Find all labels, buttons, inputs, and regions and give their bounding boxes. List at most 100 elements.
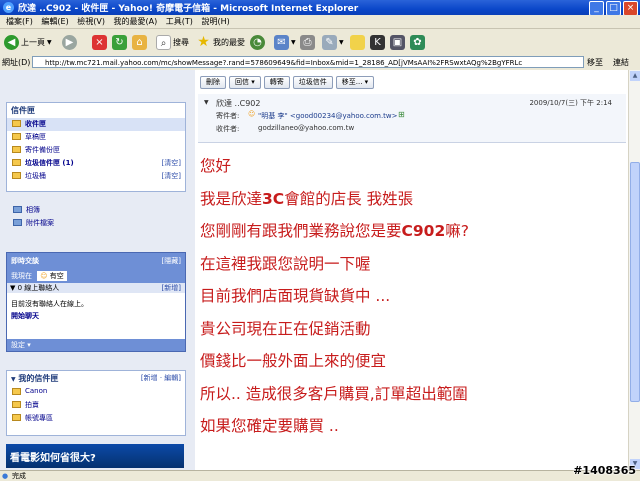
attachment-icon [13, 219, 22, 226]
address-bar: 網址(D) http://tw.mc721.mail.yahoo.com/mc/… [0, 55, 640, 71]
forward-button[interactable]: ▶ [62, 33, 79, 51]
folder-inbox[interactable]: 收件匣 [7, 118, 185, 131]
go-button[interactable]: 移至 [587, 57, 603, 68]
print-button[interactable]: ⎙ [300, 33, 317, 51]
mail-button[interactable]: ✉ ▼ [274, 33, 296, 51]
message-body: 您好 我是欣達3C會館的店長 我姓張 您剛剛有跟我們業務說您是要C902嘛? 在… [200, 154, 620, 447]
vertical-scrollbar[interactable]: ▲ ▼ [628, 70, 640, 470]
add-contact-link[interactable]: [新增] [162, 283, 181, 293]
links-button[interactable]: 連結 [613, 57, 629, 68]
scroll-thumb[interactable] [630, 162, 640, 402]
my-folders-actions-link[interactable]: [新增 · 編輯] [141, 373, 181, 383]
contact-icon: ☺ [248, 110, 256, 118]
tool-icon: ✿ [410, 34, 425, 50]
menu-edit[interactable]: 編輯(E) [41, 15, 68, 28]
discuss-button[interactable] [350, 33, 367, 51]
folder-drafts[interactable]: 草稿匣 [7, 131, 185, 144]
chat-panel: 即時交談 [隱藏] 我現在 ☺ 有空 ▼ 0 線上聯絡人 [新增] 目前沒有聯絡… [6, 252, 186, 352]
menu-view[interactable]: 檢視(V) [77, 15, 105, 28]
toolbar: ◀ 上一頁 ▼ ▶ × ↻ ⌂ ⌕ 搜尋 ★ 我的最愛 ◔ ✉ ▼ ⎙ ✎ ▼ … [0, 29, 640, 56]
folder-icon [12, 159, 21, 166]
favorites-button[interactable]: ★ 我的最愛 [196, 33, 245, 51]
collapse-icon[interactable]: ▼ [204, 99, 209, 106]
folder-auction[interactable]: 拍賣 [7, 399, 185, 412]
stop-icon: × [92, 34, 107, 50]
back-button[interactable]: ◀ 上一頁 ▼ [4, 33, 52, 51]
photo-icon [13, 206, 22, 213]
menu-file[interactable]: 檔案(F) [6, 15, 33, 28]
chevron-down-icon: ▼ [47, 38, 52, 46]
ad-banner[interactable]: 看電影如何省很大? [6, 444, 184, 468]
start-chat-link[interactable]: 開始聊天 [7, 311, 185, 321]
search-icon: ⌕ [156, 34, 171, 50]
minimize-button[interactable]: _ [589, 1, 604, 16]
triangle-icon: ▼ [11, 376, 16, 383]
delete-button[interactable]: 刪除 [200, 76, 226, 89]
status-select[interactable]: ☺ 有空 [37, 271, 67, 281]
window-title: 欣達 ..C902 - 收件匣 - Yahoo! 奇摩電子信箱 - Micros… [18, 4, 359, 14]
from-value[interactable]: "明基 李" <good00234@yahoo.com.tw> [258, 111, 398, 121]
to-value: godzillaneo@yahoo.com.tw [258, 124, 355, 132]
maximize-button[interactable]: □ [606, 1, 621, 16]
folder-icon [12, 133, 21, 140]
favorites-label: 我的最愛 [213, 37, 245, 47]
edit-button[interactable]: ✎ ▼ [322, 33, 344, 51]
menu-bar: 檔案(F) 編輯(E) 檢視(V) 我的最愛(A) 工具(T) 說明(H) [0, 15, 640, 29]
chat-status-row: 我現在 ☺ 有空 [11, 271, 67, 281]
online-contacts-toggle[interactable]: ▼ 0 線上聯絡人 [7, 284, 59, 292]
reply-button[interactable]: 回信 ▾ [229, 76, 261, 89]
folder-sent[interactable]: 寄件備份匣 [7, 144, 185, 157]
research-button[interactable]: K [370, 33, 387, 51]
menu-help[interactable]: 說明(H) [201, 15, 229, 28]
extras-list: 相簿 附件檔案 [8, 204, 184, 230]
spam-button[interactable]: 垃圾信件 [292, 76, 333, 89]
mail-icon: ✉ [274, 34, 289, 50]
ad-text: 看電影如何省很大? [10, 453, 96, 464]
attachments-link[interactable]: 附件檔案 [8, 217, 184, 230]
photos-link[interactable]: 相簿 [8, 204, 184, 217]
chat-hide-link[interactable]: [隱藏] [162, 256, 181, 266]
note-icon [350, 34, 365, 50]
chat-title: 即時交談 [11, 257, 39, 265]
title-bar: e 欣達 ..C902 - 收件匣 - Yahoo! 奇摩電子信箱 - Micr… [0, 0, 640, 16]
page-content: 信件匣 收件匣 草稿匣 寄件備份匣 垃圾信件匣 (1) [清空] 垃圾桶 [清空… [0, 70, 628, 470]
body-line: 目前我們店面現貨缺貨中 ... [200, 287, 391, 305]
clear-spam-link[interactable]: [清空] [162, 158, 181, 168]
refresh-button[interactable]: ↻ [112, 33, 129, 51]
history-button[interactable]: ◔ [250, 33, 267, 51]
close-button[interactable]: × [623, 1, 638, 16]
move-button[interactable]: 移至... ▾ [335, 76, 375, 89]
home-button[interactable]: ⌂ [132, 33, 149, 51]
menu-tools[interactable]: 工具(T) [166, 15, 193, 28]
from-label: 寄件者: [216, 112, 240, 120]
folder-spam[interactable]: 垃圾信件匣 (1) [清空] [7, 157, 185, 170]
history-icon: ◔ [250, 34, 265, 50]
forward-button[interactable]: 轉寄 [263, 76, 290, 89]
chat-settings-link[interactable]: 設定 ▾ [11, 340, 31, 350]
messenger-button[interactable]: ▣ [390, 33, 407, 51]
add-contact-icon[interactable]: ⊞ [398, 110, 405, 119]
folder-canon[interactable]: Canon [7, 386, 185, 399]
folder-account[interactable]: 帳號專區 [7, 412, 185, 425]
message-subject: 欣達 ..C902 [216, 99, 261, 108]
search-button[interactable]: ⌕ 搜尋 [156, 33, 189, 51]
edit-icon: ✎ [322, 34, 337, 50]
my-folders-panel: ▼ 我的信件匣 [新增 · 編輯] Canon 拍賣 帳號專區 [6, 370, 186, 436]
message-date: 2009/10/7(三) 下午 2:14 [529, 99, 612, 107]
tool-button[interactable]: ✿ [410, 33, 427, 51]
search-label: 搜尋 [173, 37, 189, 47]
address-input[interactable]: http://tw.mc721.mail.yahoo.com/mc/showMe… [32, 56, 584, 68]
refresh-icon: ↻ [112, 34, 127, 50]
to-label: 收件者: [216, 125, 240, 133]
research-icon: K [370, 34, 385, 50]
body-line: 我是欣達3C會館的店長 我姓張 [200, 189, 414, 208]
menu-favorites[interactable]: 我的最愛(A) [114, 15, 158, 28]
folder-trash[interactable]: 垃圾桶 [清空] [7, 170, 185, 183]
chevron-down-icon: ▼ [291, 38, 296, 46]
folders-title: 信件匣 [11, 106, 35, 115]
back-label: 上一頁 [21, 37, 45, 47]
body-line: 在這裡我跟您說明一下喔 [200, 254, 371, 273]
clear-trash-link[interactable]: [清空] [162, 171, 181, 181]
stop-button[interactable]: × [92, 33, 109, 51]
scroll-up-icon[interactable]: ▲ [630, 71, 640, 81]
